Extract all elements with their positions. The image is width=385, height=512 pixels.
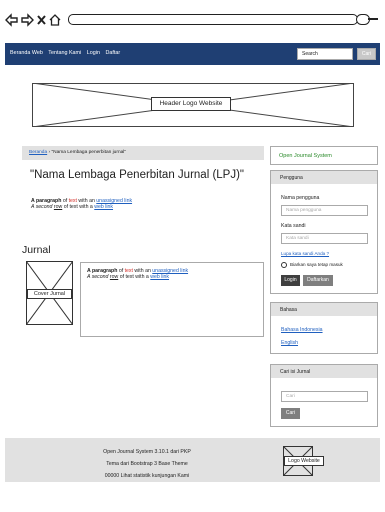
pengguna-panel: Pengguna Nama pengguna Nama pengguna Kat… [270, 170, 378, 294]
footer-line-stats[interactable]: 00000 Lihat statistik kunjungan Kami [47, 473, 247, 479]
para-red-text: text [68, 198, 77, 204]
remember-me-label: Biarkan saya tetap masuk [290, 262, 343, 267]
nav-link-tentang[interactable]: Tentang Kami [48, 50, 81, 56]
bottom-area [5, 482, 380, 512]
remember-me-radio[interactable] [281, 262, 287, 268]
cari-jurnal-button[interactable]: Cari [281, 408, 300, 419]
lang-option-english[interactable]: English [281, 340, 298, 346]
search-icon-handle [368, 18, 378, 20]
browser-chrome [0, 0, 385, 40]
nav-link-beranda[interactable]: Beranda Web [10, 50, 43, 56]
para-underline: row [53, 204, 63, 211]
page-title: "Nama Lembaga Penerbitan Jurnal (LPJ)" [30, 169, 244, 181]
para-text: of [61, 198, 69, 204]
jurnal-heading: Jurnal [22, 244, 51, 256]
login-button[interactable]: Login [281, 275, 300, 286]
cover-jurnal-label: Cover Jurnal [27, 289, 72, 299]
register-button[interactable]: Daftarkan [303, 275, 333, 286]
header-logo-label: Header Logo Website [151, 97, 231, 111]
home-icon[interactable] [49, 14, 61, 26]
para-underline: row [109, 274, 119, 281]
back-arrow-icon[interactable] [5, 13, 18, 27]
bahasa-panel: Bahasa Bahasa Indonesia English [270, 302, 378, 354]
breadcrumb-current: "Nama Lembaga penerbitan jurnal" [51, 150, 127, 155]
url-bar[interactable] [68, 14, 358, 25]
intro-paragraph: A paragraph of text with an unassigned l… [31, 198, 132, 210]
browser-nav-icons [5, 13, 61, 27]
jurnal-paragraph: A paragraph of text with an unassigned l… [87, 268, 188, 280]
navbar-search-button[interactable]: Cari [357, 48, 376, 60]
username-input[interactable]: Nama pengguna [281, 205, 368, 216]
forward-arrow-icon[interactable] [21, 13, 34, 27]
para-text: with an [132, 268, 153, 274]
top-navbar: Beranda Web Tentang Kami Login Daftar Se… [5, 43, 380, 65]
footer-line-ojs: Open Journal System 3.10.1 dari PKP [103, 449, 191, 455]
web-link[interactable]: web link [94, 204, 113, 210]
ojs-link-box: Open Journal System [270, 146, 378, 165]
search-icon[interactable] [356, 14, 370, 25]
para-red-text: text [124, 268, 133, 274]
nav-link-daftar[interactable]: Daftar [105, 50, 120, 56]
nav-link-login[interactable]: Login [87, 50, 100, 56]
para-text: of [117, 268, 125, 274]
para-text: of text with a [118, 274, 151, 281]
cari-jurnal-panel: Cari isi Jurnal Cari Cari [270, 364, 378, 427]
para-italic: A second [31, 204, 54, 211]
para-bold: A paragraph [31, 198, 62, 204]
footer-line-theme: Tema dari Bootstrap 3 Base Theme [106, 461, 188, 467]
password-label: Kata sandi [281, 223, 306, 229]
nav-links: Beranda Web Tentang Kami Login Daftar [10, 50, 124, 56]
unassigned-link[interactable]: unassigned link [96, 198, 132, 204]
forgot-password-link[interactable]: Lupa kata sandi Anda ? [281, 251, 329, 256]
pengguna-panel-title: Pengguna [271, 171, 377, 184]
close-icon[interactable] [37, 15, 46, 25]
breadcrumb-home[interactable]: Beranda [29, 150, 47, 155]
para-text: of text with a [62, 204, 95, 211]
username-label: Nama pengguna [281, 195, 320, 201]
para-text: with an [76, 198, 97, 204]
para-italic: A second [87, 274, 110, 281]
unassigned-link[interactable]: unassigned link [152, 268, 188, 274]
cari-jurnal-panel-title: Cari isi Jurnal [271, 365, 377, 378]
cari-jurnal-input[interactable]: Cari [281, 391, 368, 402]
web-link[interactable]: web link [150, 274, 169, 280]
para-bold: A paragraph [87, 268, 118, 274]
footer-logo-label: Logo Website [284, 456, 324, 466]
lang-option-indonesia[interactable]: Bahasa Indonesia [281, 327, 323, 333]
ojs-link[interactable]: Open Journal System [279, 153, 332, 159]
breadcrumb: Beranda › "Nama Lembaga penerbitan jurna… [22, 146, 264, 160]
bahasa-panel-title: Bahasa [271, 303, 377, 316]
password-input[interactable]: Kata sandi [281, 233, 368, 244]
navbar-search-input[interactable]: Search [297, 48, 353, 60]
breadcrumb-separator: › [48, 150, 51, 155]
